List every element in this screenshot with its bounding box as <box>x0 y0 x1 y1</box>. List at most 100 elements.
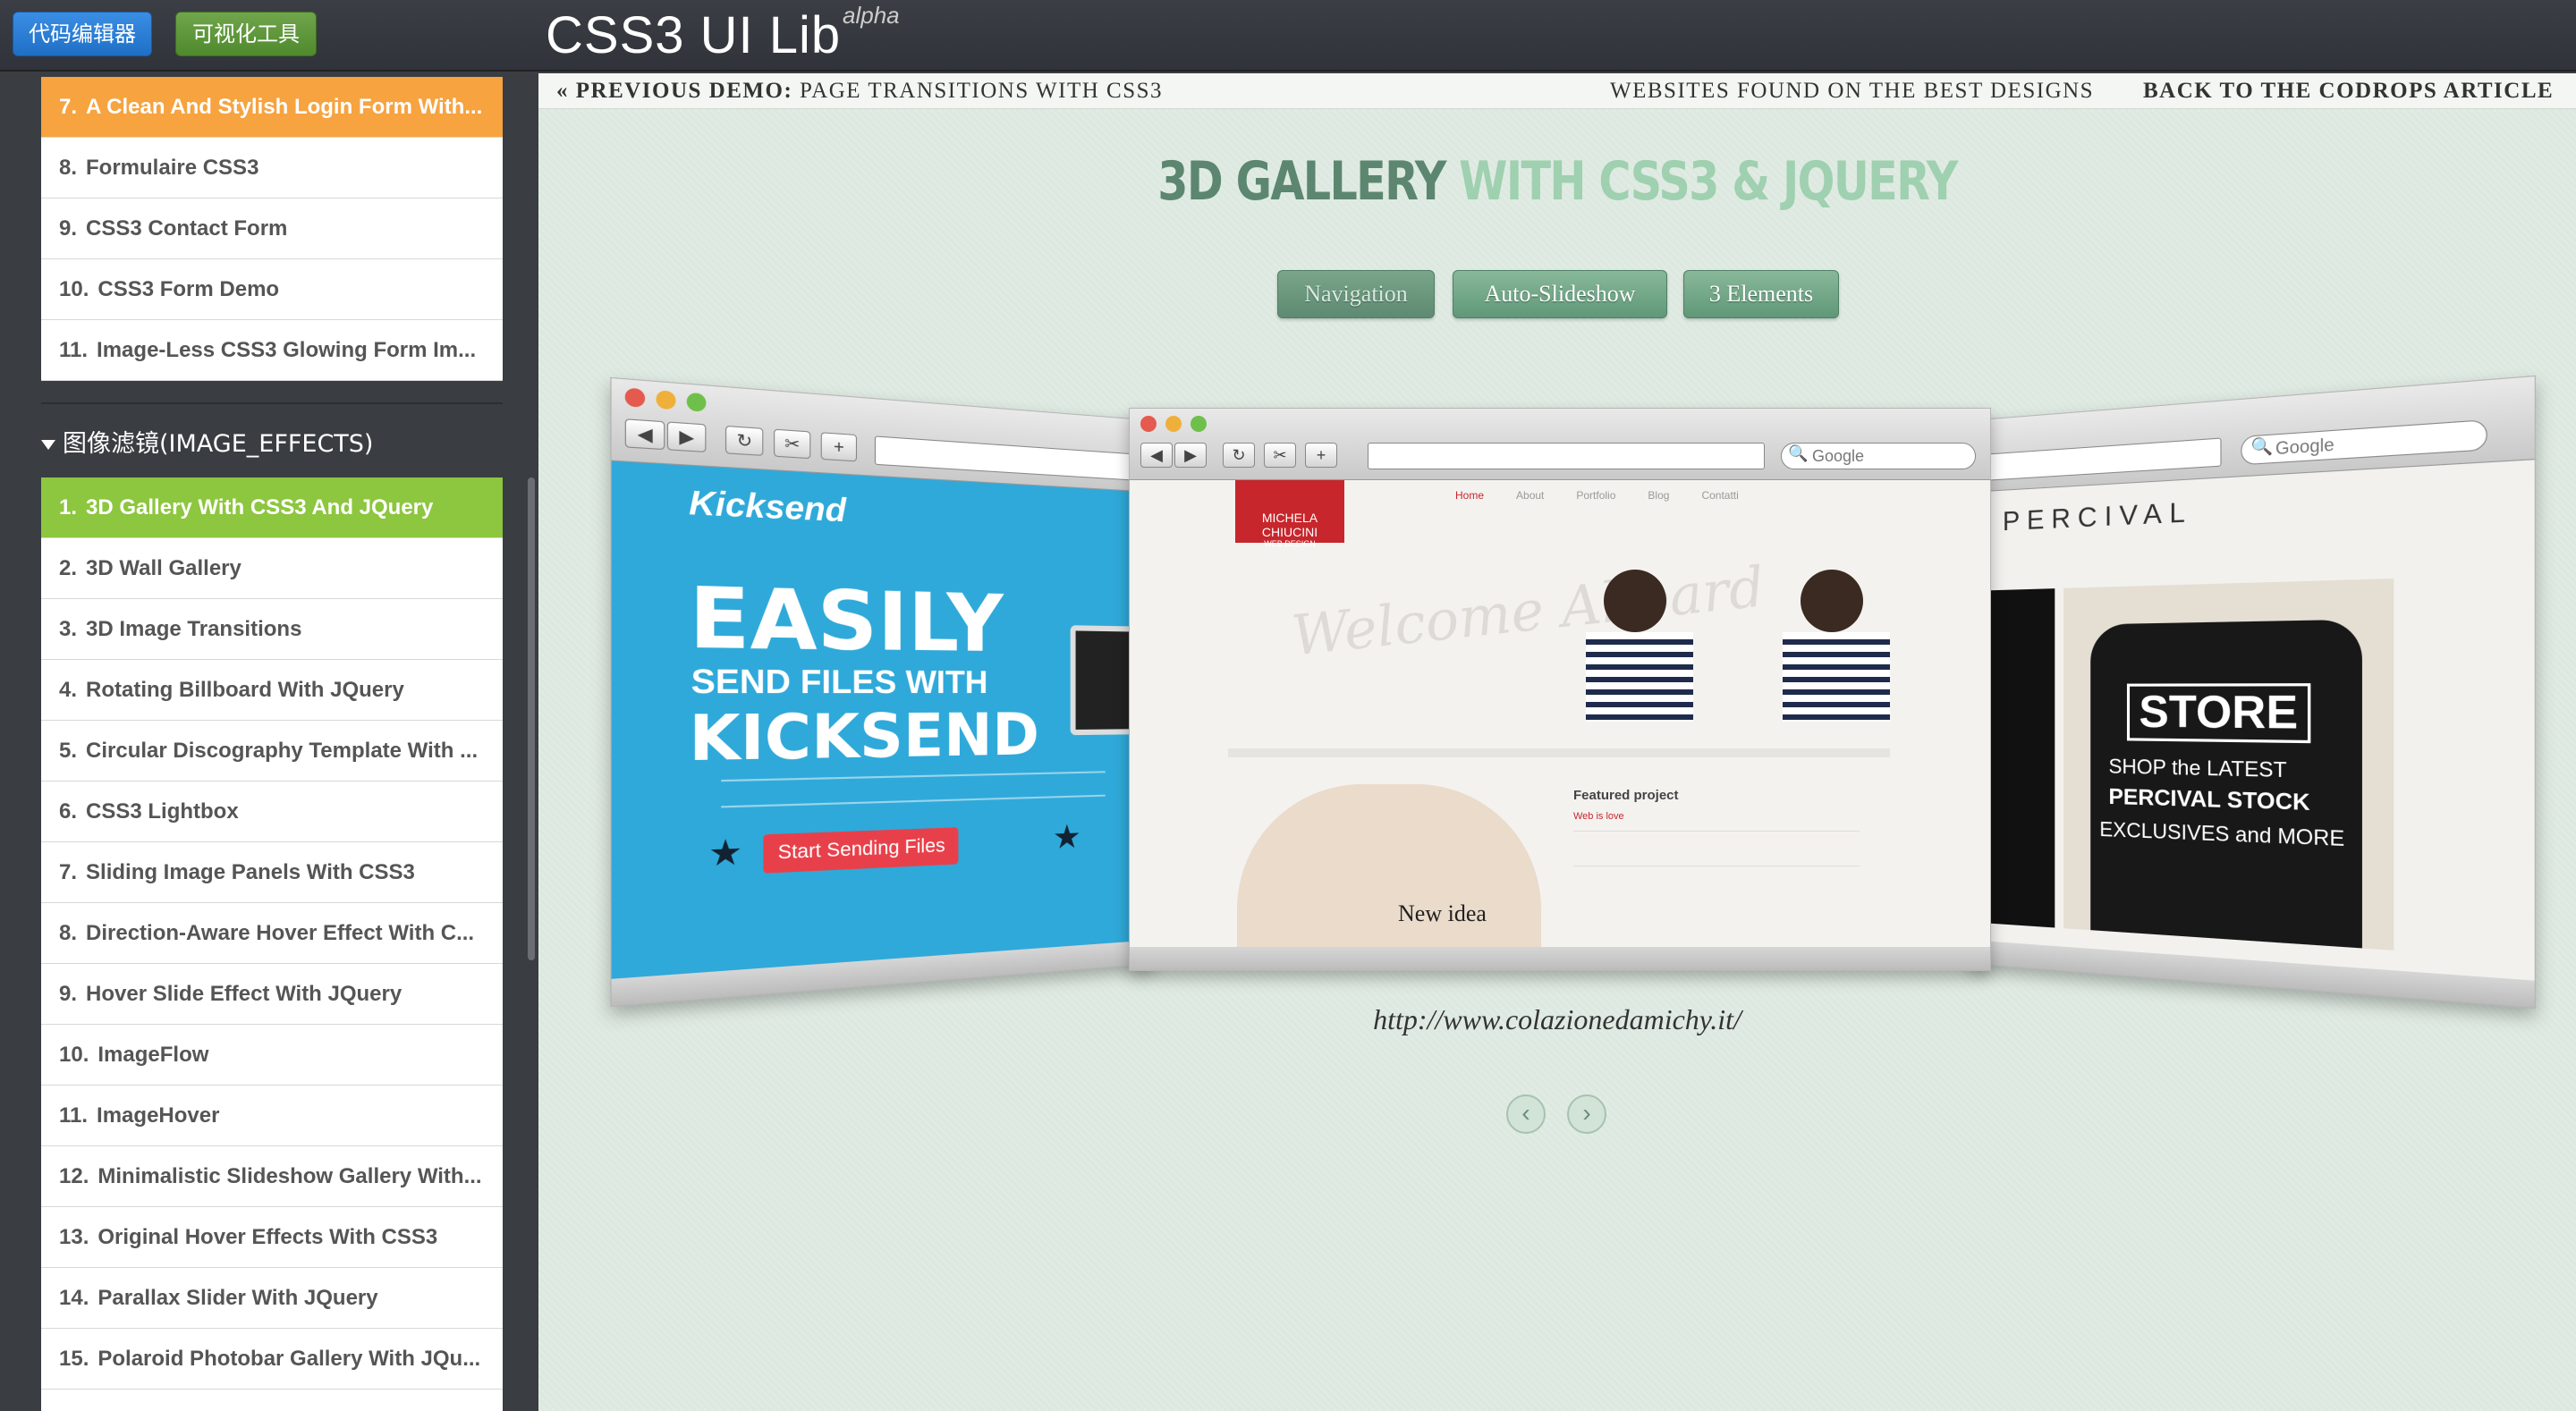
star-icon: ★ <box>1052 816 1081 857</box>
gallery-item-right[interactable]: Google 🔍 PERCIVAL STORE SHOP the LATEST … <box>1968 375 2536 1010</box>
minimize-dot-icon <box>656 390 676 410</box>
striped-shirt-right <box>1783 632 1890 722</box>
gallery-item-center[interactable]: ◀ ▶ ↻ ✂ + Google 🔍 MICHELA CHIUCINI WEB D… <box>1129 408 1991 971</box>
close-dot-icon <box>624 387 646 408</box>
section-divider <box>41 402 503 404</box>
kicksend-subline: SEND FILES WITH <box>691 663 988 702</box>
forward-arrow-icon: ▶ <box>666 421 707 453</box>
person-right <box>1801 570 1863 632</box>
reload-icon: ↻ <box>724 425 764 456</box>
add-tab-icon: + <box>820 432 858 462</box>
kicksend-logo: Kicksend <box>689 484 847 529</box>
menu-item-imagehover[interactable]: 11. ImageHover <box>41 1086 503 1146</box>
menu-item-form-demo[interactable]: 10. CSS3 Form Demo <box>41 259 503 320</box>
image-effects-list: 1. 3D Gallery With CSS3 And JQuery 2. 3D W… <box>41 477 503 1411</box>
kicksend-headline: EASILY <box>689 568 1004 670</box>
forms-list: 7. A Clean And Stylish Login Form With...… <box>41 77 503 381</box>
menu-item-original-hover[interactable]: 13. Original Hover Effects With CSS3 <box>41 1207 503 1268</box>
browser-chrome: ◀ ▶ ↻ ✂ + Google 🔍 <box>1130 409 1990 480</box>
kicksend-blurb <box>721 771 1106 808</box>
menu-item-rotating-billboard[interactable]: 4. Rotating Billboard With JQuery <box>41 660 503 721</box>
menu-item-3d-transitions[interactable]: 3. 3D Image Transitions <box>41 599 503 660</box>
divider-strip <box>1228 748 1890 757</box>
kicksend-page: Kicksend EASILY SEND FILES WITH KICKSEND… <box>611 460 1156 979</box>
shop-latest-text: SHOP the LATEST <box>2108 754 2287 782</box>
next-slide-button[interactable]: › <box>1567 1094 1606 1134</box>
featured-image: New idea <box>1237 784 1541 954</box>
menu-item-minimalistic-slideshow[interactable]: 12. Minimalistic Slideshow Gallery With..… <box>41 1146 503 1207</box>
menu-item-next[interactable] <box>41 1390 503 1411</box>
browser-footer <box>1130 947 1990 970</box>
auto-slideshow-button[interactable]: Auto-Slideshow <box>1453 270 1667 318</box>
url-bar <box>874 435 1156 484</box>
percival-page: PERCIVAL STORE SHOP the LATEST PERCIVAL … <box>1968 460 2535 981</box>
demo-nav-bar: « PREVIOUS DEMO: PAGE TRANSITIONS WITH C… <box>538 73 2576 109</box>
web-is-love-text: Web is love <box>1573 811 1624 822</box>
top-bar: 代码编辑器 可视化工具 CSS3 UI Lib alpha <box>0 0 2576 72</box>
new-idea-text: New idea <box>1398 900 1487 926</box>
alpha-badge: alpha <box>843 2 900 29</box>
menu-item-polaroid-photobar[interactable]: 15. Polaroid Photobar Gallery With JQu... <box>41 1329 503 1390</box>
back-arrow-icon: ◀ <box>1140 443 1173 468</box>
start-sending-button: Start Sending Files <box>763 827 959 874</box>
star-icon: ★ <box>708 831 743 874</box>
visual-tool-button[interactable]: 可视化工具 <box>175 12 317 56</box>
demo-area: « PREVIOUS DEMO: PAGE TRANSITIONS WITH C… <box>538 73 2576 1411</box>
menu-item-formulaire[interactable]: 8. Formulaire CSS3 <box>41 138 503 199</box>
navigation-button[interactable]: Navigation <box>1277 270 1435 318</box>
sidebar-scrollbar[interactable] <box>528 477 535 960</box>
menu-item-3d-gallery[interactable]: 1. 3D Gallery With CSS3 And JQuery <box>41 477 503 538</box>
forward-arrow-icon: ▶ <box>1174 443 1207 468</box>
menu-item-sliding-panels[interactable]: 7. Sliding Image Panels With CSS3 <box>41 842 503 903</box>
minimize-dot-icon <box>1165 416 1182 432</box>
bookmark-icon: ✂ <box>774 428 811 460</box>
add-tab-icon: + <box>1305 443 1337 468</box>
zoom-dot-icon <box>686 392 707 412</box>
percival-logo: PERCIVAL <box>2002 496 2193 537</box>
person-left <box>1604 570 1666 632</box>
google-search-box: Google <box>2241 418 2487 466</box>
google-search-box: Google <box>1781 443 1976 469</box>
bookmark-icon: ✂ <box>1264 443 1296 468</box>
websites-found-link[interactable]: WEBSITES FOUND ON THE BEST DESIGNS <box>1610 79 2094 104</box>
search-icon: 🔍 <box>2250 435 2274 458</box>
menu-item-css3-lightbox[interactable]: 6. CSS3 Lightbox <box>41 782 503 842</box>
app-title: CSS3 UI Lib <box>546 6 842 64</box>
menu-item-glowing-form[interactable]: 11. Image-Less CSS3 Glowing Form Im... <box>41 320 503 381</box>
featured-description <box>1573 831 1860 866</box>
previous-demo-link[interactable]: « PREVIOUS DEMO: PAGE TRANSITIONS WITH C… <box>556 79 1163 104</box>
featured-project-heading: Featured project <box>1573 788 1679 803</box>
menu-item-contact-form[interactable]: 9. CSS3 Contact Form <box>41 199 503 259</box>
url-bar <box>1368 443 1765 469</box>
menu-item-parallax-slider[interactable]: 14. Parallax Slider With JQuery <box>41 1268 503 1329</box>
site-url-caption[interactable]: http://www.colazionedamichy.it/ <box>538 1003 2576 1036</box>
menu-item-direction-aware[interactable]: 8. Direction-Aware Hover Effect With C... <box>41 903 503 964</box>
jacket-photo: STORE SHOP the LATEST PERCIVAL STOCK EXC… <box>2063 579 2394 951</box>
gallery-title: 3D GALLERY WITH CSS3 & JQUERY <box>1157 150 1958 213</box>
search-icon: 🔍 <box>1788 444 1809 462</box>
gallery-item-left[interactable]: ◀ ▶ ↻ ✂ + Kicksend EASILY SEND FILES WIT… <box>610 376 1156 1008</box>
zoom-dot-icon <box>1191 416 1207 432</box>
menu-item-hover-slide[interactable]: 9. Hover Slide Effect With JQuery <box>41 964 503 1025</box>
menu-item-circular-discography[interactable]: 5. Circular Discography Template With ... <box>41 721 503 782</box>
menu-item-3d-wall[interactable]: 2. 3D Wall Gallery <box>41 538 503 599</box>
menu-item-imageflow[interactable]: 10. ImageFlow <box>41 1025 503 1086</box>
prev-slide-button[interactable]: ‹ <box>1506 1094 1546 1134</box>
menu-item-login-form[interactable]: 7. A Clean And Stylish Login Form With... <box>41 77 503 138</box>
back-to-article-link[interactable]: BACK TO THE CODROPS ARTICLE <box>2143 79 2554 104</box>
striped-shirt-left <box>1586 632 1693 722</box>
reload-icon: ↻ <box>1223 443 1255 468</box>
section-header-image-effects[interactable]: 图像滤镜(IMAGE_EFFECTS) <box>41 424 373 459</box>
code-editor-button[interactable]: 代码编辑器 <box>13 12 152 56</box>
back-arrow-icon: ◀ <box>624 418 665 451</box>
michela-page: MICHELA CHIUCINI WEB DESIGN Home About Port… <box>1130 480 1990 954</box>
sidebar: 7. A Clean And Stylish Login Form With...… <box>0 73 537 1411</box>
site-nav: Home About Portfolio Blog Contatti <box>1455 489 1739 502</box>
kicksend-name: KICKSEND <box>689 700 1039 776</box>
close-dot-icon <box>1140 416 1157 432</box>
hero-photo <box>1550 561 1926 722</box>
three-elements-button[interactable]: 3 Elements <box>1683 270 1839 318</box>
collapse-triangle-icon <box>41 440 55 450</box>
jacket-shape <box>2090 619 2362 949</box>
store-text: STORE <box>2126 683 2311 744</box>
